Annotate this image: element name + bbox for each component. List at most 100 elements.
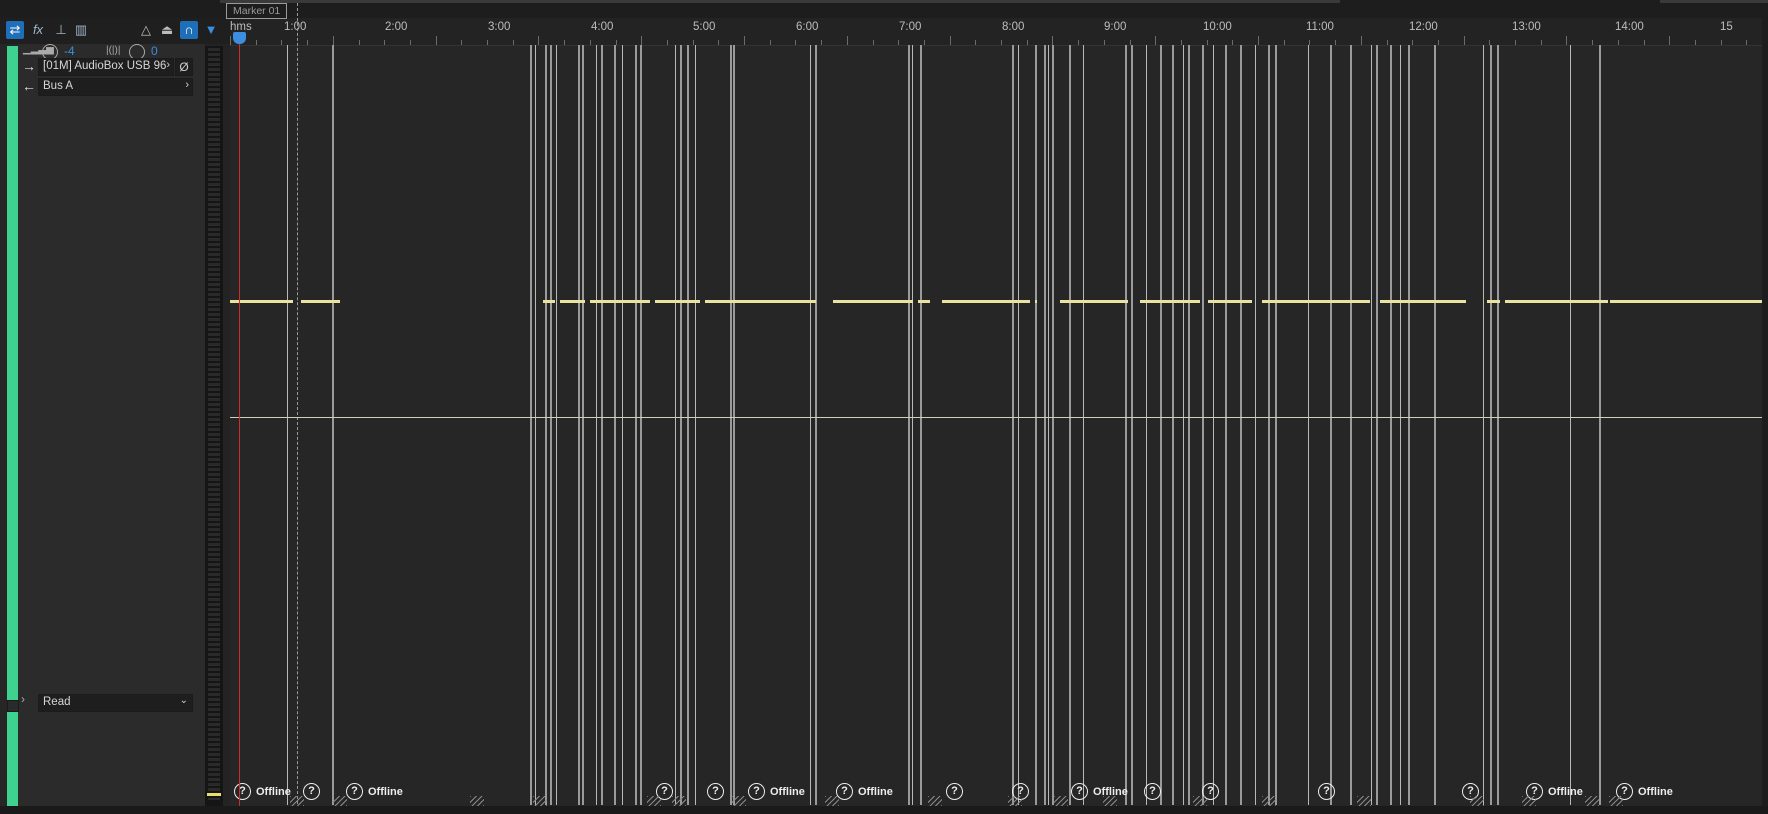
timeline-area[interactable] — [230, 18, 1768, 814]
clip-boundary[interactable] — [1490, 45, 1492, 805]
zoom-scrollbar[interactable] — [1660, 0, 1768, 3]
fade-handle[interactable] — [1193, 796, 1207, 806]
offline-clip-badge[interactable]: ? Offline — [234, 783, 291, 800]
clip-boundary[interactable] — [530, 45, 532, 805]
clip-boundary[interactable] — [1202, 45, 1204, 805]
clip-boundary[interactable] — [680, 45, 682, 805]
clip-boundary[interactable] — [1350, 45, 1352, 805]
fade-handle[interactable] — [1357, 796, 1371, 806]
clip-boundary[interactable] — [1146, 45, 1147, 805]
clip-boundary[interactable] — [1400, 45, 1401, 805]
clip-boundary[interactable] — [908, 45, 910, 805]
clip-boundary[interactable] — [578, 45, 580, 805]
fade-handle[interactable] — [647, 796, 661, 806]
clip-boundary[interactable] — [1183, 45, 1184, 805]
fade-handle[interactable] — [333, 796, 347, 806]
offline-clip-badge[interactable]: ? — [707, 783, 724, 800]
offline-clip-badge[interactable]: ? — [1144, 783, 1161, 800]
clip-boundary[interactable] — [1483, 45, 1484, 805]
fade-handle[interactable] — [672, 796, 686, 806]
clip-boundary[interactable] — [733, 45, 735, 805]
clip-boundary[interactable] — [1255, 45, 1256, 805]
marker-pin-icon[interactable]: ▼ — [202, 21, 220, 39]
offline-clip-badge[interactable]: ? Offline — [346, 783, 403, 800]
clip-boundary[interactable] — [1018, 45, 1019, 805]
clip-boundary[interactable] — [1044, 45, 1046, 805]
offline-clip-badge[interactable]: ? Offline — [1071, 783, 1128, 800]
clip-boundary[interactable] — [1376, 45, 1378, 805]
clip-boundary[interactable] — [1172, 45, 1174, 805]
pan-value[interactable]: 0 — [151, 44, 158, 58]
track-select-checkbox[interactable] — [7, 700, 19, 712]
fade-handle[interactable] — [732, 796, 746, 806]
clip-boundary[interactable] — [556, 45, 557, 805]
time-ruler[interactable]: hms 1:00 2:00 3:00 4:00 5:00 6:00 7:00 8… — [230, 18, 1768, 46]
offline-clip-badge[interactable]: ? Offline — [748, 783, 805, 800]
fade-handle[interactable] — [470, 796, 484, 806]
offline-clip-badge[interactable]: ? — [303, 783, 320, 800]
clip-boundary[interactable] — [1308, 45, 1309, 805]
clip-boundary[interactable] — [332, 45, 334, 805]
output-select[interactable]: Bus A › — [38, 78, 193, 96]
clip-boundary[interactable] — [687, 45, 689, 805]
clip-boundary[interactable] — [640, 45, 642, 805]
fade-handle[interactable] — [928, 796, 942, 806]
clip-boundary[interactable] — [1188, 45, 1190, 805]
clip-boundary[interactable] — [1330, 45, 1332, 805]
clip-boundary[interactable] — [622, 45, 623, 805]
clip-boundary[interactable] — [1225, 45, 1227, 805]
clip-boundary[interactable] — [596, 45, 597, 805]
fx-icon[interactable]: fx — [29, 21, 47, 39]
clip-boundary[interactable] — [1497, 45, 1499, 805]
clip-boundary[interactable] — [912, 45, 913, 805]
clip-boundary[interactable] — [1160, 45, 1162, 805]
fade-handle[interactable] — [1470, 796, 1484, 806]
playhead-line[interactable] — [239, 36, 240, 814]
clip-boundary[interactable] — [1408, 45, 1410, 805]
clip-boundary[interactable] — [1131, 45, 1133, 805]
clip-boundary[interactable] — [1371, 45, 1372, 805]
clip-boundary[interactable] — [1390, 45, 1392, 805]
clip-boundary[interactable] — [601, 45, 603, 805]
sends-icon[interactable]: ⊥ — [52, 21, 70, 39]
volume-value[interactable]: -4 — [64, 44, 75, 58]
clip-boundary[interactable] — [1048, 45, 1049, 805]
expand-chevron-icon[interactable]: › — [21, 692, 25, 706]
clip-boundary[interactable] — [1012, 45, 1014, 805]
marker-01[interactable]: Marker 01 — [226, 3, 288, 19]
metronome-icon[interactable]: △ — [137, 21, 155, 39]
clip-boundary[interactable] — [675, 45, 676, 805]
swap-icon[interactable]: ⇄ — [6, 21, 24, 39]
fade-handle[interactable] — [1522, 796, 1536, 806]
fade-handle[interactable] — [1262, 796, 1276, 806]
clip-boundary[interactable] — [1083, 45, 1084, 805]
clip-boundary[interactable] — [810, 45, 811, 805]
clip-boundary[interactable] — [1599, 45, 1601, 805]
clip-boundary[interactable] — [1570, 45, 1571, 805]
playhead-handle[interactable] — [233, 32, 246, 44]
fade-handle[interactable] — [1609, 796, 1623, 806]
clip-boundary[interactable] — [635, 45, 637, 805]
clip-boundary[interactable] — [550, 45, 552, 805]
fade-handle[interactable] — [1103, 796, 1117, 806]
fade-handle[interactable] — [825, 796, 839, 806]
clip-boundary[interactable] — [1035, 45, 1037, 805]
clip-boundary[interactable] — [1275, 45, 1277, 805]
fade-handle[interactable] — [1054, 796, 1068, 806]
clip-boundary[interactable] — [695, 45, 696, 805]
clip-boundary[interactable] — [730, 45, 732, 805]
offline-clip-badge[interactable]: ? Offline — [836, 783, 893, 800]
clip-boundary[interactable] — [1069, 45, 1071, 805]
clip-boundary[interactable] — [582, 45, 584, 805]
input-select[interactable]: [01M] AudioBox USB 96 › — [38, 58, 174, 76]
offline-clip-badge[interactable]: ? Offline — [1616, 783, 1673, 800]
fade-handle[interactable] — [290, 796, 304, 806]
automation-mode-select[interactable]: Read ⌄ — [38, 694, 193, 712]
mic-icon[interactable]: ⏏ — [158, 21, 176, 39]
horizontal-scrollbar[interactable] — [220, 0, 1340, 3]
headphones-icon[interactable]: ∩ — [180, 21, 198, 39]
clip-boundary[interactable] — [1213, 45, 1214, 805]
fade-handle[interactable] — [533, 796, 547, 806]
clip-boundary[interactable] — [1268, 45, 1270, 805]
clip-boundary[interactable] — [614, 45, 616, 805]
